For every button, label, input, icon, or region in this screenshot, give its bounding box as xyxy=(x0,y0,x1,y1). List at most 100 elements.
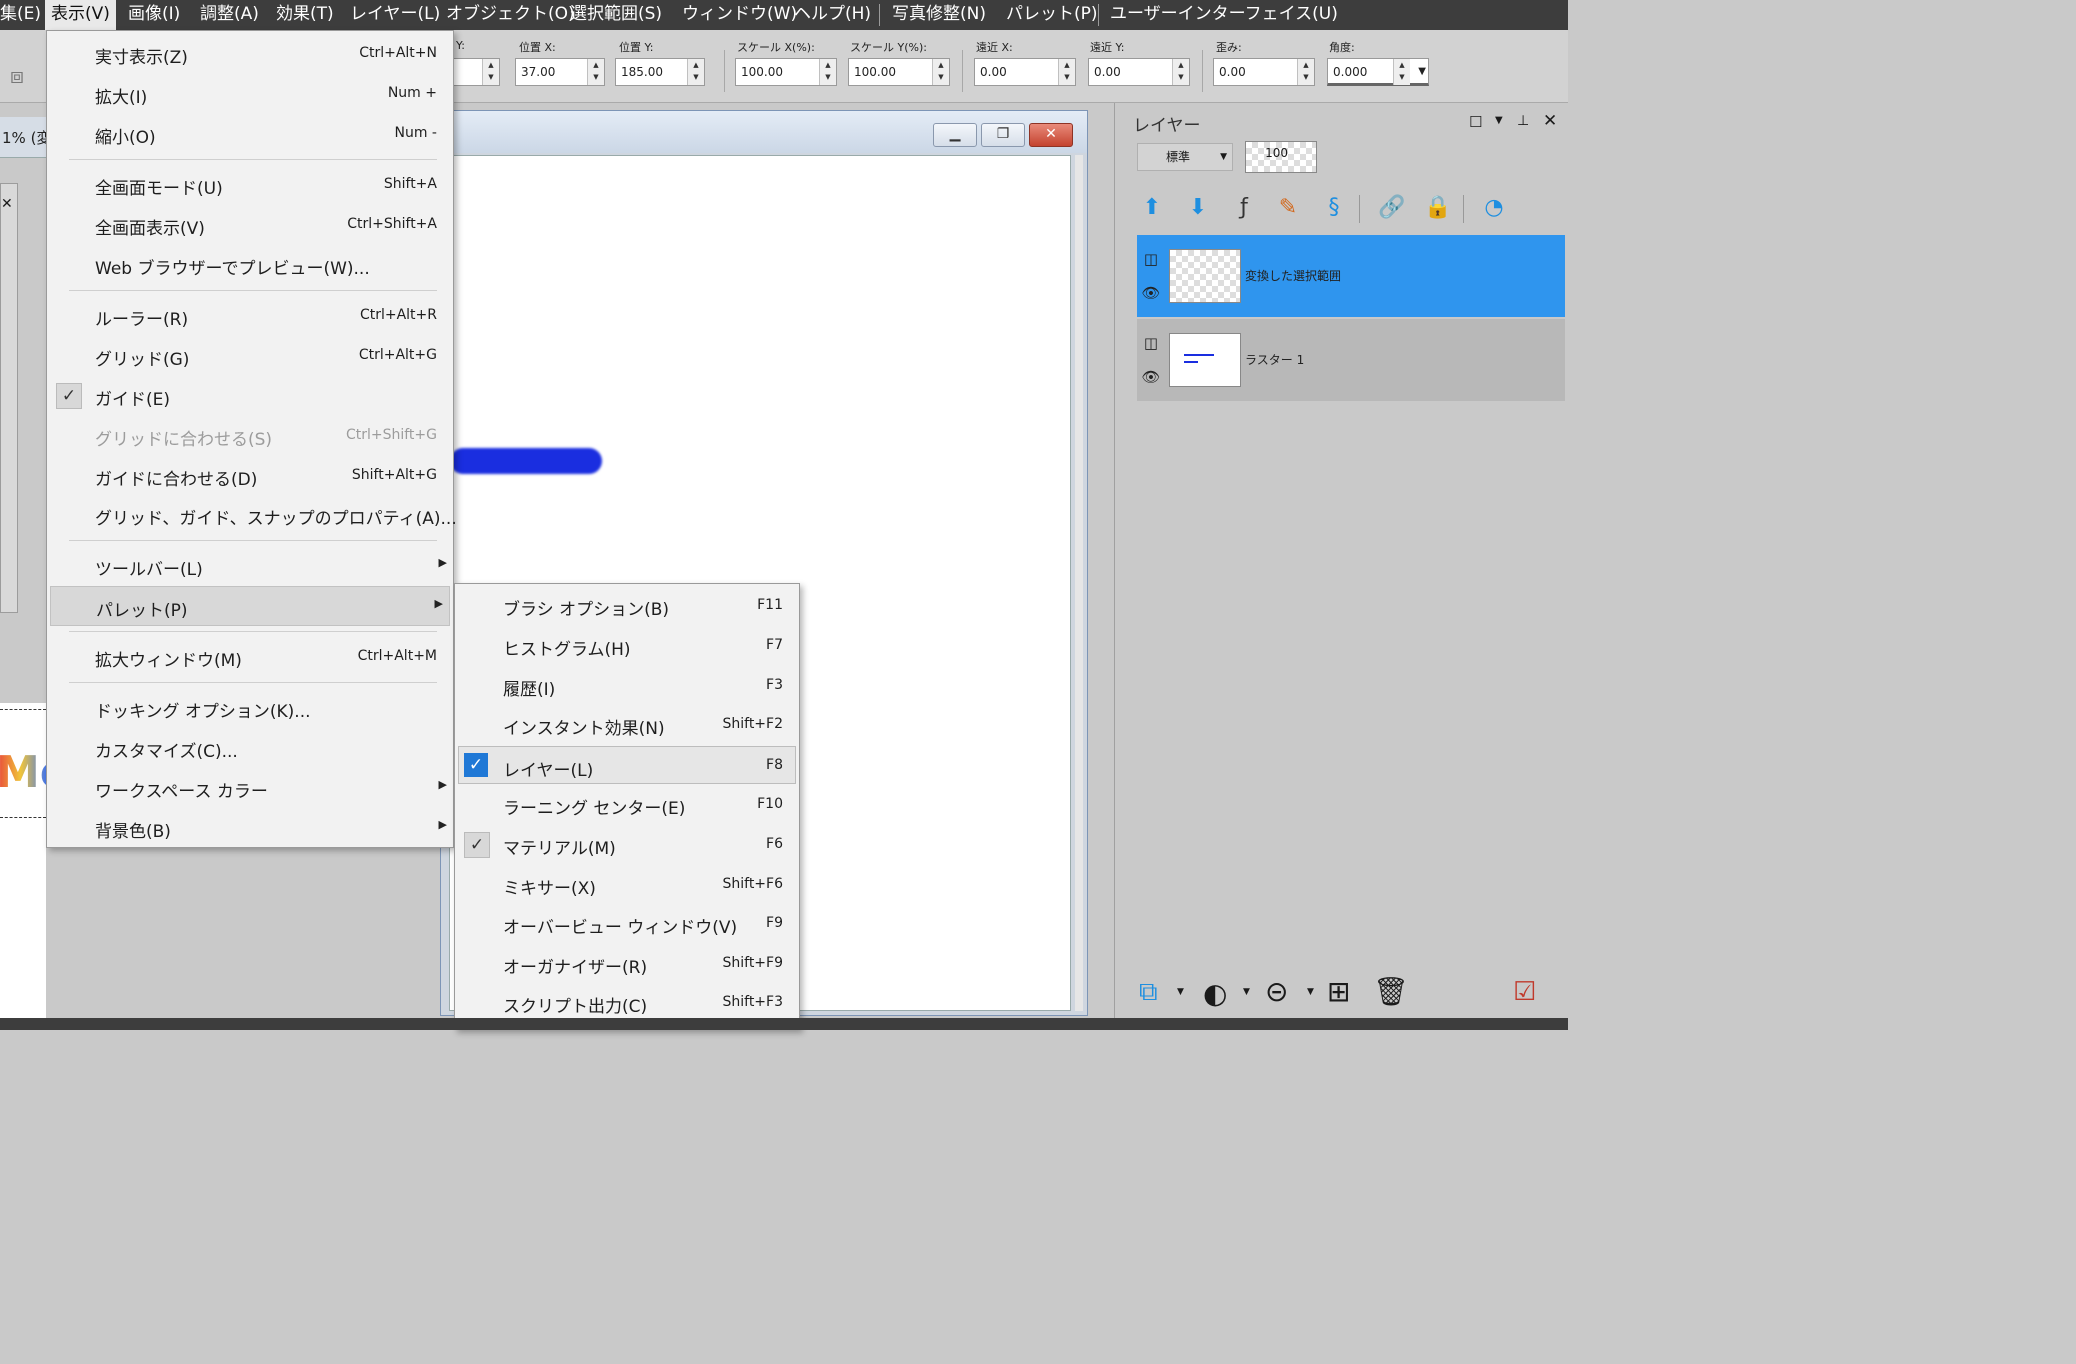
menu-item-script-output[interactable]: スクリプト出力(C) Shift+F3 xyxy=(455,983,799,1023)
layer-type-icon[interactable]: ◫ xyxy=(1141,249,1161,269)
group-icon[interactable]: ⊝ xyxy=(1265,975,1288,1008)
move-layer-down-icon[interactable]: ⬇ xyxy=(1181,191,1215,225)
menu-item-overview-window[interactable]: オーバービュー ウィンドウ(V) F9 xyxy=(455,904,799,944)
mask-icon[interactable]: ◐ xyxy=(1203,977,1227,1010)
menu-help[interactable]: ヘルプ(H) xyxy=(794,0,871,30)
adjustment-icon[interactable]: § xyxy=(1317,191,1351,225)
menu-item-mixer[interactable]: ミキサー(X) Shift+F6 xyxy=(455,865,799,905)
menu-item-magnifier[interactable]: 拡大ウィンドウ(M) Ctrl+Alt+M xyxy=(47,637,453,677)
menu-item-grid[interactable]: グリッド(G) Ctrl+Alt+G xyxy=(47,336,453,376)
scale-y-field[interactable]: 100.00 ▲ ▼ xyxy=(848,58,950,86)
menu-item-palettes[interactable]: パレット(P) ▶ xyxy=(50,586,450,626)
spin-icon[interactable]: ▲ ▼ xyxy=(932,59,949,85)
menu-item-actual-size[interactable]: 実寸表示(Z) Ctrl+Alt+N xyxy=(47,34,453,74)
menu-item-history[interactable]: 履歴(I) F3 xyxy=(455,666,799,706)
menu-edit[interactable]: 集(E) xyxy=(0,0,41,30)
menu-user-interface[interactable]: ユーザーインターフェイス(U) xyxy=(1110,0,1338,30)
chevron-down-icon[interactable]: ▼ xyxy=(1243,987,1250,997)
menu-window[interactable]: ウィンドウ(W) xyxy=(682,0,797,30)
close-icon[interactable]: ✕ xyxy=(1543,111,1557,131)
menu-item-rulers[interactable]: ルーラー(R) Ctrl+Alt+R xyxy=(47,296,453,336)
menu-item-docking-options[interactable]: ドッキング オプション(K)... xyxy=(47,688,453,728)
visibility-eye-icon[interactable]: 👁 xyxy=(1141,283,1161,303)
menu-item-zoom-in[interactable]: 拡大(I) Num + xyxy=(47,74,453,114)
close-icon[interactable]: ✕ xyxy=(1029,123,1073,147)
menu-item-grid-guide-snap-properties[interactable]: グリッド、ガイド、スナップのプロパティ(A)... xyxy=(47,495,457,535)
spin-icon[interactable]: ▲ ▼ xyxy=(1297,59,1314,85)
trash-icon[interactable]: 🗑 xyxy=(1373,975,1409,1008)
pin-icon[interactable]: ⊥ xyxy=(1517,113,1529,129)
spin-icon[interactable]: ▲ ▼ xyxy=(687,59,704,85)
left-document-tab[interactable]: 1% (変 xyxy=(0,117,51,158)
menu-item-histogram[interactable]: ヒストグラム(H) F7 xyxy=(455,626,799,666)
menu-palettes[interactable]: パレット(P) xyxy=(1006,0,1098,30)
document-title-bar[interactable]: ▁ ❐ ✕ xyxy=(441,111,1087,153)
link-icon[interactable]: 🔗 xyxy=(1375,191,1409,225)
menu-item-instant-effects[interactable]: インスタント効果(N) Shift+F2 xyxy=(455,705,799,745)
restore-icon[interactable]: ❐ xyxy=(981,123,1025,147)
layer-row[interactable]: ◫ 👁 ラスター 1 xyxy=(1137,319,1565,401)
spin-icon[interactable]: ▲ ▼ xyxy=(1058,59,1075,85)
menu-item-materials[interactable]: ✓ マテリアル(M) F6 xyxy=(455,825,799,865)
perspective-x-field[interactable]: 0.00 ▲ ▼ xyxy=(974,58,1076,86)
menu-item-shortcut: F3 xyxy=(766,677,783,693)
layer-type-icon[interactable]: ◫ xyxy=(1141,333,1161,353)
transform-tool-icon[interactable]: ⧈ xyxy=(10,64,24,89)
menu-selections[interactable]: 選択範囲(S) xyxy=(570,0,662,30)
shear-field[interactable]: 0.00 ▲ ▼ xyxy=(1213,58,1315,86)
spin-icon[interactable]: ▲ ▼ xyxy=(482,59,499,85)
chevron-down-icon[interactable]: ▼ xyxy=(1177,987,1184,997)
menu-item-background-color[interactable]: 背景色(B) ▶ xyxy=(47,808,453,848)
crop-to-layer-icon[interactable]: ⊞ xyxy=(1327,975,1350,1008)
menu-photo-fix[interactable]: 写真修整(N) xyxy=(892,0,986,30)
edit-selection-icon[interactable]: ✎ xyxy=(1271,191,1305,225)
layer-effects-icon[interactable]: ƒ xyxy=(1227,191,1261,225)
menu-item-workspace-color[interactable]: ワークスペース カラー ▶ xyxy=(47,768,453,808)
y-field[interactable]: ▲ ▼ xyxy=(452,58,500,86)
menu-item-brush-options[interactable]: ブラシ オプション(B) F11 xyxy=(455,586,799,626)
pointer-icon[interactable]: ◔ xyxy=(1477,191,1511,225)
move-layer-up-icon[interactable]: ⬆ xyxy=(1135,191,1169,225)
close-icon[interactable]: ✕ xyxy=(1,196,13,212)
maximize-icon[interactable]: ☐ xyxy=(1469,113,1482,131)
minimize-icon[interactable]: ▁ xyxy=(933,123,977,147)
spin-icon[interactable]: ▲ ▼ xyxy=(819,59,836,85)
menu-view[interactable]: 表示(V) xyxy=(45,0,116,30)
menu-item-toolbars[interactable]: ツールバー(L) ▶ xyxy=(47,546,453,586)
menu-layers[interactable]: レイヤー(L) xyxy=(350,0,440,30)
menu-item-zoom-out[interactable]: 縮小(O) Num - xyxy=(47,114,453,154)
perspective-y-field[interactable]: 0.00 ▲ ▼ xyxy=(1088,58,1190,86)
menu-item-layers[interactable]: ✓ レイヤー(L) F8 xyxy=(458,746,796,784)
menu-item-guides[interactable]: ✓ ガイド(E) xyxy=(47,376,453,416)
position-x-field[interactable]: 37.00 ▲ ▼ xyxy=(515,58,605,86)
scale-x-field[interactable]: 100.00 ▲ ▼ xyxy=(735,58,837,86)
menu-item-organizer[interactable]: オーガナイザー(R) Shift+F9 xyxy=(455,944,799,984)
chevron-down-icon[interactable]: ▼ xyxy=(1495,115,1503,126)
menu-objects[interactable]: オブジェクト(O) xyxy=(446,0,575,30)
angle-field[interactable]: 0.000 ▲ ▼ ▼ xyxy=(1327,58,1429,86)
visibility-eye-icon[interactable]: 👁 xyxy=(1141,367,1161,387)
blend-mode-select[interactable]: 標準 ▼ xyxy=(1137,143,1233,171)
properties-icon[interactable]: ☑ xyxy=(1513,977,1536,1007)
menu-item-full-screen-mode[interactable]: 全画面モード(U) Shift+A xyxy=(47,165,453,205)
menu-item-snap-to-guides[interactable]: ガイドに合わせる(D) Shift+Alt+G xyxy=(47,456,453,496)
spin-icon[interactable]: ▲ ▼ xyxy=(1393,59,1410,85)
new-layer-icon[interactable]: ⧉ xyxy=(1139,977,1158,1008)
menu-item-label: ガイド(E) xyxy=(95,390,171,410)
menu-item-full-screen-preview[interactable]: 全画面表示(V) Ctrl+Shift+A xyxy=(47,205,453,245)
spin-icon[interactable]: ▲ ▼ xyxy=(1172,59,1189,85)
menu-item-learning-center[interactable]: ラーニング センター(E) F10 xyxy=(455,785,799,825)
chevron-down-icon[interactable]: ▼ xyxy=(1307,987,1314,997)
spin-icon[interactable]: ▲ ▼ xyxy=(587,59,604,85)
menu-effects[interactable]: 効果(T) xyxy=(276,0,334,30)
layer-row-selected[interactable]: ◫ 👁 変換した選択範囲 xyxy=(1137,235,1565,317)
menu-image[interactable]: 画像(I) xyxy=(128,0,180,30)
lock-icon[interactable]: 🔒 xyxy=(1421,191,1455,225)
menu-adjust[interactable]: 調整(A) xyxy=(200,0,259,30)
opacity-field[interactable]: 100 xyxy=(1245,141,1317,173)
menu-item-web-preview[interactable]: Web ブラウザーでプレビュー(W)... xyxy=(47,245,453,285)
position-y-field[interactable]: 185.00 ▲ ▼ xyxy=(615,58,705,86)
menu-item-customize[interactable]: カスタマイズ(C)... xyxy=(47,728,453,768)
dropdown-arrow-icon[interactable]: ▼ xyxy=(1418,59,1426,85)
vertical-scrollbar[interactable] xyxy=(1075,155,1083,1011)
